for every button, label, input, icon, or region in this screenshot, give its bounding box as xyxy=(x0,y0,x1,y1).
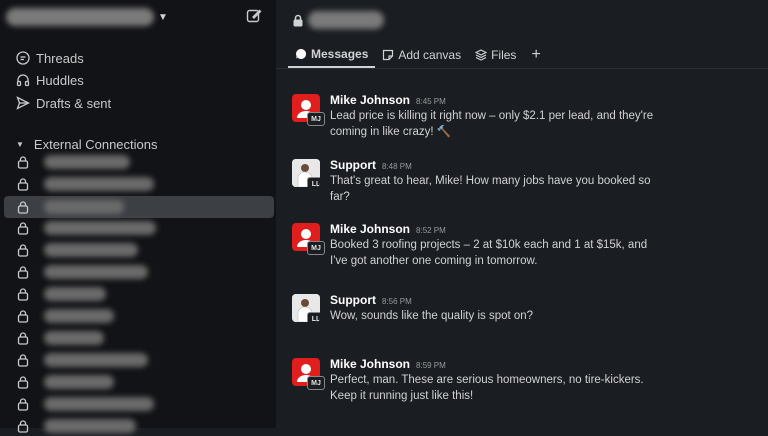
files-icon xyxy=(475,49,488,61)
sender-name[interactable]: Mike Johnson xyxy=(330,357,410,371)
sidebar: ▼ Threads Huddles Drafts & sent ▼ Extern… xyxy=(0,0,276,433)
avatar[interactable]: MJ xyxy=(292,358,325,390)
send-icon xyxy=(16,96,30,110)
headphones-icon xyxy=(16,74,30,87)
channel-item[interactable] xyxy=(4,218,274,238)
channel-name-redacted xyxy=(44,375,114,389)
sender-name[interactable]: Mike Johnson xyxy=(330,93,410,107)
tab-messages[interactable]: Messages xyxy=(288,42,376,68)
chevron-down-icon: ▼ xyxy=(158,11,168,23)
channel-name-redacted xyxy=(44,397,154,411)
channel-name-redacted xyxy=(44,331,104,345)
lock-icon xyxy=(17,244,29,257)
channel-item[interactable] xyxy=(4,328,274,348)
channel-name-redacted xyxy=(44,155,130,169)
message-text: Lead price is killing it right now – onl… xyxy=(330,110,654,138)
nav-label: Drafts & sent xyxy=(36,95,112,111)
channel-name-redacted xyxy=(44,265,148,279)
channel-name-redacted xyxy=(44,353,148,367)
message-text: Booked 3 roofing projects – 2 at $10k ea… xyxy=(330,239,648,267)
tab-label: Files xyxy=(491,48,517,62)
caret-down-icon: ▼ xyxy=(16,139,24,149)
avatar[interactable]: MJ xyxy=(292,94,325,126)
channel-item[interactable] xyxy=(4,350,274,370)
avatar-initials-badge: LL xyxy=(307,312,320,322)
avatar-initials-badge: MJ xyxy=(307,376,325,390)
tab-files[interactable]: Files xyxy=(468,42,523,68)
message-text: That's great to hear, Mike! How many job… xyxy=(330,175,651,203)
avatar[interactable]: LL xyxy=(292,159,320,187)
channel-name-redacted xyxy=(308,11,384,29)
channel-item[interactable] xyxy=(4,284,274,304)
channel-item[interactable] xyxy=(4,416,274,436)
channel-name-redacted xyxy=(44,221,156,235)
nav-threads[interactable]: Threads xyxy=(16,48,84,68)
lock-icon xyxy=(293,14,303,26)
avatar-initials-badge: MJ xyxy=(307,112,325,126)
header-divider xyxy=(276,68,768,69)
message-icon xyxy=(296,48,307,59)
lock-icon xyxy=(17,266,29,279)
channel-name-redacted xyxy=(44,309,114,323)
threads-icon xyxy=(16,51,30,65)
channel-name-redacted xyxy=(44,419,136,433)
channel-name-redacted xyxy=(44,243,138,257)
lock-icon xyxy=(17,376,29,389)
tab-bar: Messages Add canvas Files + xyxy=(288,42,549,68)
channel-item[interactable] xyxy=(4,174,274,194)
lock-icon xyxy=(17,420,29,433)
message-timestamp[interactable]: 8:59 PM xyxy=(416,361,446,370)
lock-icon xyxy=(17,156,29,169)
lock-icon xyxy=(17,201,29,214)
message-text: Wow, sounds like the quality is spot on? xyxy=(330,310,534,322)
message-timestamp[interactable]: 8:56 PM xyxy=(382,297,412,306)
nav-drafts[interactable]: Drafts & sent xyxy=(16,93,111,113)
lock-icon xyxy=(17,310,29,323)
channel-name-redacted xyxy=(44,200,124,214)
message-text: Perfect, man. These are serious homeowne… xyxy=(330,374,644,402)
channel-item[interactable] xyxy=(4,394,274,414)
section-external-connections[interactable]: ▼ External Connections xyxy=(16,135,158,153)
channel-item[interactable] xyxy=(4,262,274,282)
channel-item[interactable] xyxy=(4,372,274,392)
tab-label: Messages xyxy=(311,47,369,61)
sender-name[interactable]: Mike Johnson xyxy=(330,222,410,236)
channel-name-redacted xyxy=(44,287,106,301)
message-timestamp[interactable]: 8:52 PM xyxy=(416,226,446,235)
nav-label: Threads xyxy=(36,50,84,66)
message-timestamp[interactable]: 8:48 PM xyxy=(382,162,412,171)
tab-label: Add canvas xyxy=(398,48,462,62)
compose-icon[interactable] xyxy=(246,8,262,24)
workspace-name-redacted xyxy=(6,8,154,26)
add-tab-plus-icon[interactable]: + xyxy=(523,46,548,64)
channel-header[interactable] xyxy=(292,10,384,30)
lock-icon xyxy=(17,288,29,301)
canvas-icon xyxy=(383,49,394,61)
channel-item[interactable] xyxy=(4,306,274,326)
channel-name-redacted xyxy=(44,177,154,191)
channel-pane: Messages Add canvas Files + MJ Mike Johns… xyxy=(276,0,768,428)
workspace-switcher[interactable]: ▼ xyxy=(6,6,168,28)
avatar[interactable]: LL xyxy=(292,294,320,322)
tab-add-canvas[interactable]: Add canvas xyxy=(375,42,468,68)
lock-icon xyxy=(17,354,29,367)
message-timestamp[interactable]: 8:45 PM xyxy=(416,97,446,106)
sender-name[interactable]: Support xyxy=(330,158,376,172)
lock-icon xyxy=(17,222,29,235)
lock-icon xyxy=(17,178,29,191)
avatar[interactable]: MJ xyxy=(292,223,325,255)
channel-item[interactable] xyxy=(4,196,274,218)
channel-item[interactable] xyxy=(4,152,274,172)
lock-icon xyxy=(17,398,29,411)
avatar-initials-badge: LL xyxy=(307,177,320,187)
section-title: External Connections xyxy=(33,136,158,152)
sender-name[interactable]: Support xyxy=(330,293,376,307)
channel-item[interactable] xyxy=(4,240,274,260)
nav-huddles[interactable]: Huddles xyxy=(16,70,84,90)
lock-icon xyxy=(17,332,29,345)
nav-label: Huddles xyxy=(36,72,84,88)
avatar-initials-badge: MJ xyxy=(307,241,325,255)
